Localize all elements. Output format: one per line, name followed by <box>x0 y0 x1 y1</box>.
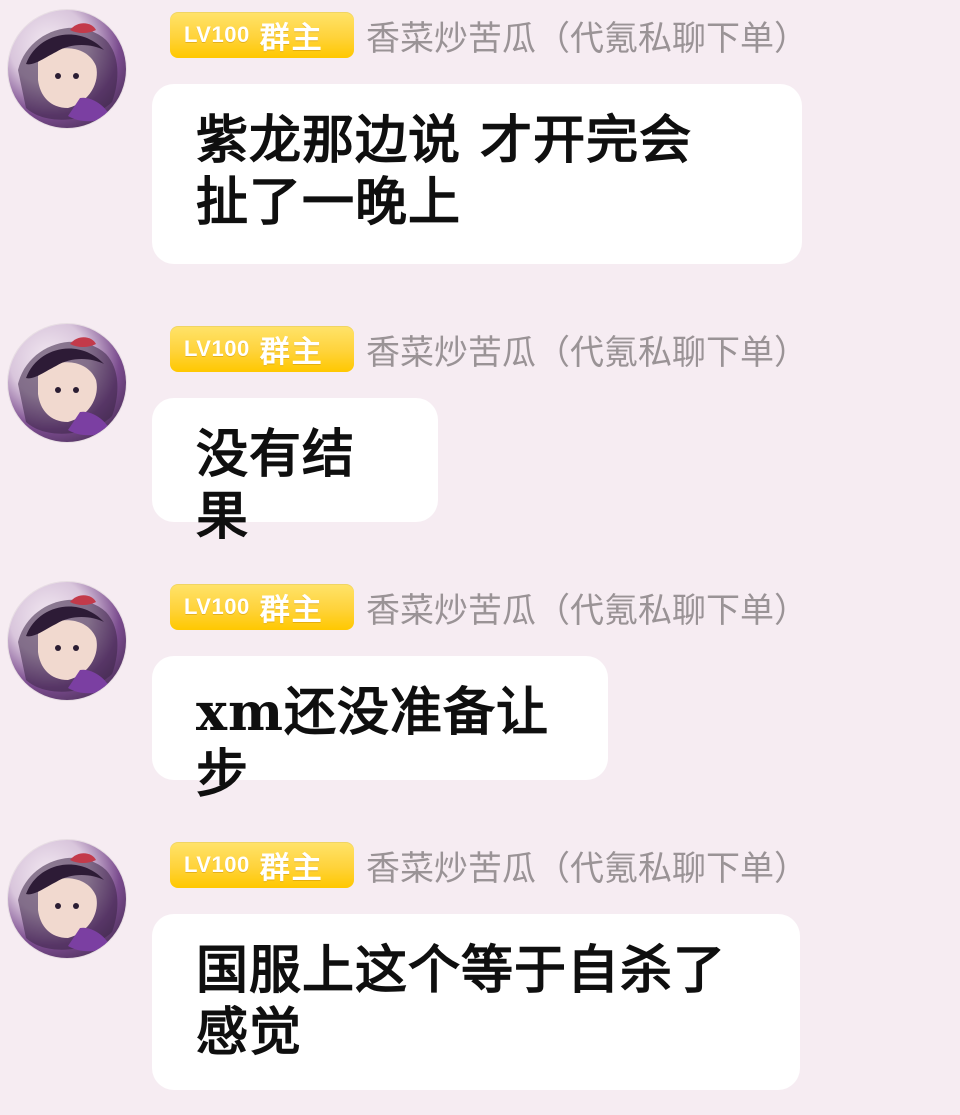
level-label: LV100 <box>184 852 250 877</box>
message-bubble[interactable]: 紫龙那边说 才开完会 扯了一晚上 <box>152 84 802 264</box>
group-owner-badge: LV100 群主 <box>170 326 354 372</box>
sender-name[interactable]: 香菜炒苦瓜（代氪私聊下单） <box>366 842 808 889</box>
anime-character-avatar-icon <box>18 595 118 694</box>
level-label: LV100 <box>184 336 250 361</box>
anime-character-avatar-icon <box>18 23 118 122</box>
group-owner-badge: LV100 群主 <box>170 842 354 888</box>
group-owner-badge: LV100 群主 <box>170 12 354 58</box>
message-bubble[interactable]: xm还没准备让步 <box>152 656 608 805</box>
role-label: 群主 <box>259 21 324 56</box>
role-label: 群主 <box>259 851 324 886</box>
sender-name[interactable]: 香菜炒苦瓜（代氪私聊下单） <box>366 326 808 373</box>
role-label: 群主 <box>259 335 324 370</box>
level-label: LV100 <box>184 22 250 47</box>
avatar[interactable] <box>8 10 126 128</box>
avatar[interactable] <box>8 840 126 958</box>
role-label: 群主 <box>259 593 324 628</box>
message-bubble[interactable]: 国服上这个等于自杀了感觉 <box>152 914 800 1090</box>
avatar[interactable] <box>8 324 126 442</box>
anime-character-avatar-icon <box>18 337 118 436</box>
level-label: LV100 <box>184 594 250 619</box>
chat-window: LV100 群主 香菜炒苦瓜（代氪私聊下单） 紫龙那边说 才开完会 扯了一晚上 … <box>0 0 960 1115</box>
group-owner-badge: LV100 群主 <box>170 584 354 630</box>
sender-name[interactable]: 香菜炒苦瓜（代氪私聊下单） <box>366 584 808 631</box>
message-bubble[interactable]: 没有结果 <box>152 398 438 547</box>
anime-character-avatar-icon <box>18 853 118 952</box>
avatar[interactable] <box>8 582 126 700</box>
sender-name[interactable]: 香菜炒苦瓜（代氪私聊下单） <box>366 12 808 59</box>
